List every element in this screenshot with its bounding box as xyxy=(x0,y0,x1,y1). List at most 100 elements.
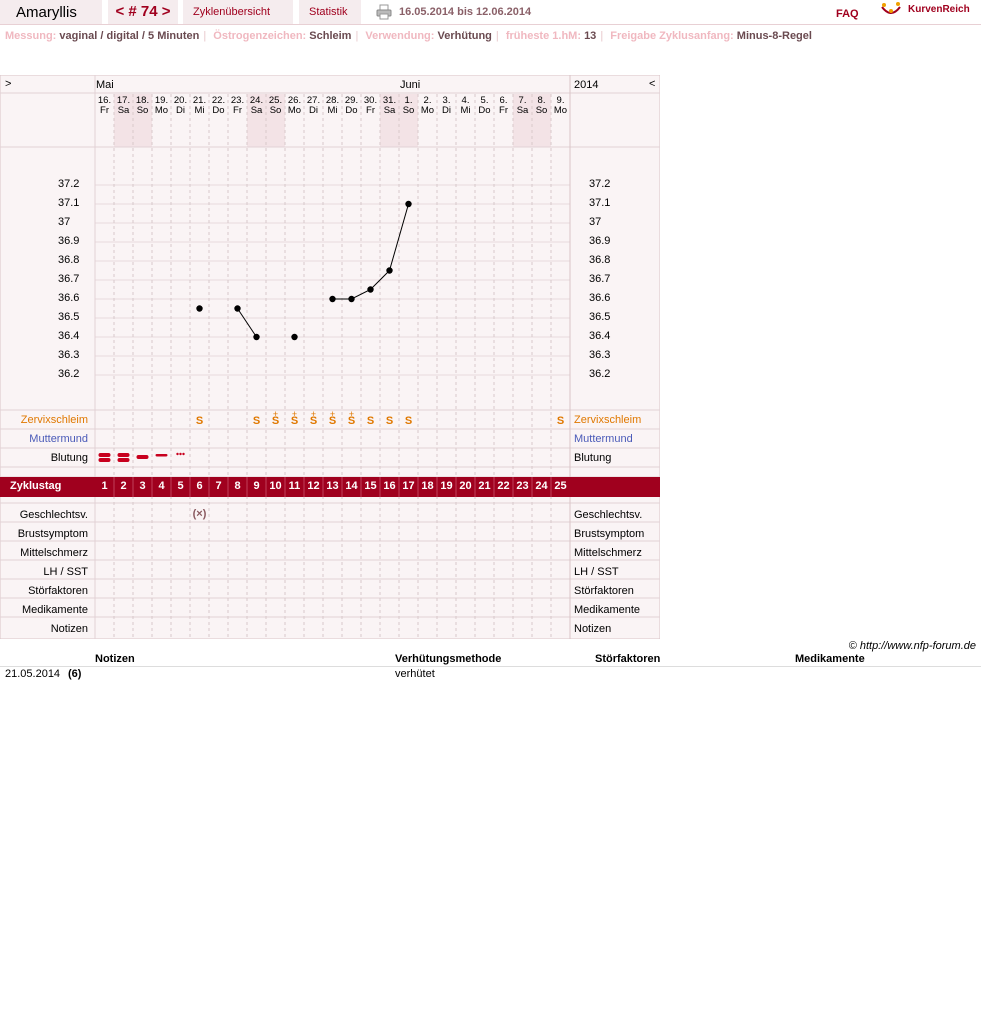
cycle-day-number[interactable]: 9 xyxy=(247,478,266,494)
day-header[interactable]: 3. Di xyxy=(437,96,456,116)
mucus-mark[interactable]: S xyxy=(380,415,399,427)
cycle-day-number[interactable]: 7 xyxy=(209,478,228,494)
temperature-point[interactable] xyxy=(291,333,298,341)
spotting-mark[interactable] xyxy=(179,452,182,456)
temperature-point[interactable] xyxy=(386,267,393,274)
faq-link[interactable]: FAQ xyxy=(836,8,859,20)
day-weekday: So xyxy=(269,105,282,116)
day-header[interactable]: 21. Mi xyxy=(190,96,209,116)
temperature-point[interactable] xyxy=(405,200,412,208)
cycle-day-number[interactable]: 16 xyxy=(380,478,399,494)
day-header[interactable]: 4. Mi xyxy=(456,96,475,116)
day-header[interactable]: 30. Fr xyxy=(361,96,380,116)
temp-tick-left: 37.2 xyxy=(58,178,80,190)
bleeding-mark[interactable] xyxy=(136,455,149,459)
info-value: Verhütung xyxy=(437,30,492,42)
temperature-point[interactable] xyxy=(329,295,336,303)
cycle-day-number[interactable]: 2 xyxy=(114,478,133,494)
day-header[interactable]: 26. Mo xyxy=(285,96,304,116)
note-method: verhütet xyxy=(395,668,435,680)
mucus-mark[interactable]: S xyxy=(266,415,285,427)
temperature-point[interactable] xyxy=(367,286,374,293)
intercourse-mark[interactable]: (×) xyxy=(190,508,209,520)
cycle-day-number[interactable]: 20 xyxy=(456,478,475,494)
day-header[interactable]: 19. Mo xyxy=(152,96,171,116)
day-header[interactable]: 24. Sa xyxy=(247,96,266,116)
mucus-mark[interactable]: S xyxy=(247,415,266,427)
kurvenreich-logo[interactable]: KurvenReich xyxy=(880,1,981,21)
cycle-day-number[interactable]: 5 xyxy=(171,478,190,494)
temperature-point[interactable] xyxy=(253,333,260,341)
cycle-day-number[interactable]: 22 xyxy=(494,478,513,494)
prev-month-arrow[interactable]: > xyxy=(5,78,11,90)
day-header[interactable]: 1. So xyxy=(399,96,418,116)
label-disturbances: Störfaktoren xyxy=(28,585,88,597)
mucus-mark[interactable]: S xyxy=(361,415,380,427)
day-header[interactable]: 29. Do xyxy=(342,96,361,116)
cycle-day-number[interactable]: 3 xyxy=(133,478,152,494)
day-header[interactable]: 16. Fr xyxy=(95,96,114,116)
cycle-day-number[interactable]: 24 xyxy=(532,478,551,494)
day-header[interactable]: 8. So xyxy=(532,96,551,116)
cycle-day-number[interactable]: 21 xyxy=(475,478,494,494)
label-cervix-os-right: Muttermund xyxy=(574,433,633,445)
cycle-day-number[interactable]: 8 xyxy=(228,478,247,494)
cycle-day-number[interactable]: 6 xyxy=(190,478,209,494)
temp-tick-right: 36.9 xyxy=(589,235,611,247)
day-header[interactable]: 2. Mo xyxy=(418,96,437,116)
day-weekday: Fr xyxy=(366,105,375,116)
mucus-mark[interactable]: S xyxy=(342,415,361,427)
day-header[interactable]: 25. So xyxy=(266,96,285,116)
mucus-mark[interactable]: S xyxy=(190,415,209,427)
cycle-day-number[interactable]: 1 xyxy=(95,478,114,494)
cycle-number[interactable]: < # 74 > xyxy=(115,3,170,20)
day-header[interactable]: 22. Do xyxy=(209,96,228,116)
day-header[interactable]: 31. Sa xyxy=(380,96,399,116)
cycle-day-number[interactable]: 10 xyxy=(266,478,285,494)
cycle-day-number[interactable]: 25 xyxy=(551,478,570,494)
cycle-day-number[interactable]: 11 xyxy=(285,478,304,494)
temperature-point[interactable] xyxy=(234,305,241,312)
temperature-point[interactable] xyxy=(348,295,355,303)
cycle-day-number[interactable]: 14 xyxy=(342,478,361,494)
mucus-mark[interactable]: S xyxy=(285,415,304,427)
bleeding-mark[interactable] xyxy=(98,453,111,457)
cycle-day-number[interactable]: 18 xyxy=(418,478,437,494)
day-header[interactable]: 6. Fr xyxy=(494,96,513,116)
mucus-mark[interactable]: S xyxy=(551,415,570,427)
temp-tick-right: 37.2 xyxy=(589,178,611,190)
cycle-day-number[interactable]: 15 xyxy=(361,478,380,494)
cycle-day-number[interactable]: 19 xyxy=(437,478,456,494)
spotting-mark[interactable] xyxy=(176,452,179,456)
next-month-arrow[interactable]: < xyxy=(649,78,655,90)
mucus-mark[interactable]: S xyxy=(323,415,342,427)
mucus-mark[interactable]: S xyxy=(304,415,323,427)
cycle-day-number[interactable]: 17 xyxy=(399,478,418,494)
day-header[interactable]: 7. Sa xyxy=(513,96,532,116)
tab-statistics[interactable]: Statistik xyxy=(299,0,361,24)
bleeding-mark[interactable] xyxy=(98,458,111,462)
day-header[interactable]: 28. Mi xyxy=(323,96,342,116)
temp-tick-left: 36.5 xyxy=(58,311,80,323)
cycle-day-number[interactable]: 13 xyxy=(323,478,342,494)
cycle-day-number[interactable]: 12 xyxy=(304,478,323,494)
bleeding-mark[interactable] xyxy=(117,453,130,457)
temperature-point[interactable] xyxy=(196,305,203,312)
day-header[interactable]: 23. Fr xyxy=(228,96,247,116)
spotting-mark[interactable] xyxy=(182,452,185,456)
day-header[interactable]: 20. Di xyxy=(171,96,190,116)
cycle-day-number[interactable]: 23 xyxy=(513,478,532,494)
printer-icon[interactable] xyxy=(376,4,392,20)
day-header[interactable]: 9. Mo xyxy=(551,96,570,116)
day-header[interactable]: 27. Di xyxy=(304,96,323,116)
mucus-mark[interactable]: S xyxy=(399,415,418,427)
bleeding-mark[interactable] xyxy=(155,454,168,457)
cycle-day-number[interactable]: 4 xyxy=(152,478,171,494)
cycle-navigator[interactable]: < # 74 > xyxy=(108,0,178,24)
day-header[interactable]: 18. So xyxy=(133,96,152,116)
day-header[interactable]: 17. Sa xyxy=(114,96,133,116)
day-header[interactable]: 5. Do xyxy=(475,96,494,116)
bleeding-mark[interactable] xyxy=(117,458,130,462)
temp-tick-left: 36.3 xyxy=(58,349,80,361)
tab-cycle-overview[interactable]: Zyklenübersicht xyxy=(183,0,293,24)
